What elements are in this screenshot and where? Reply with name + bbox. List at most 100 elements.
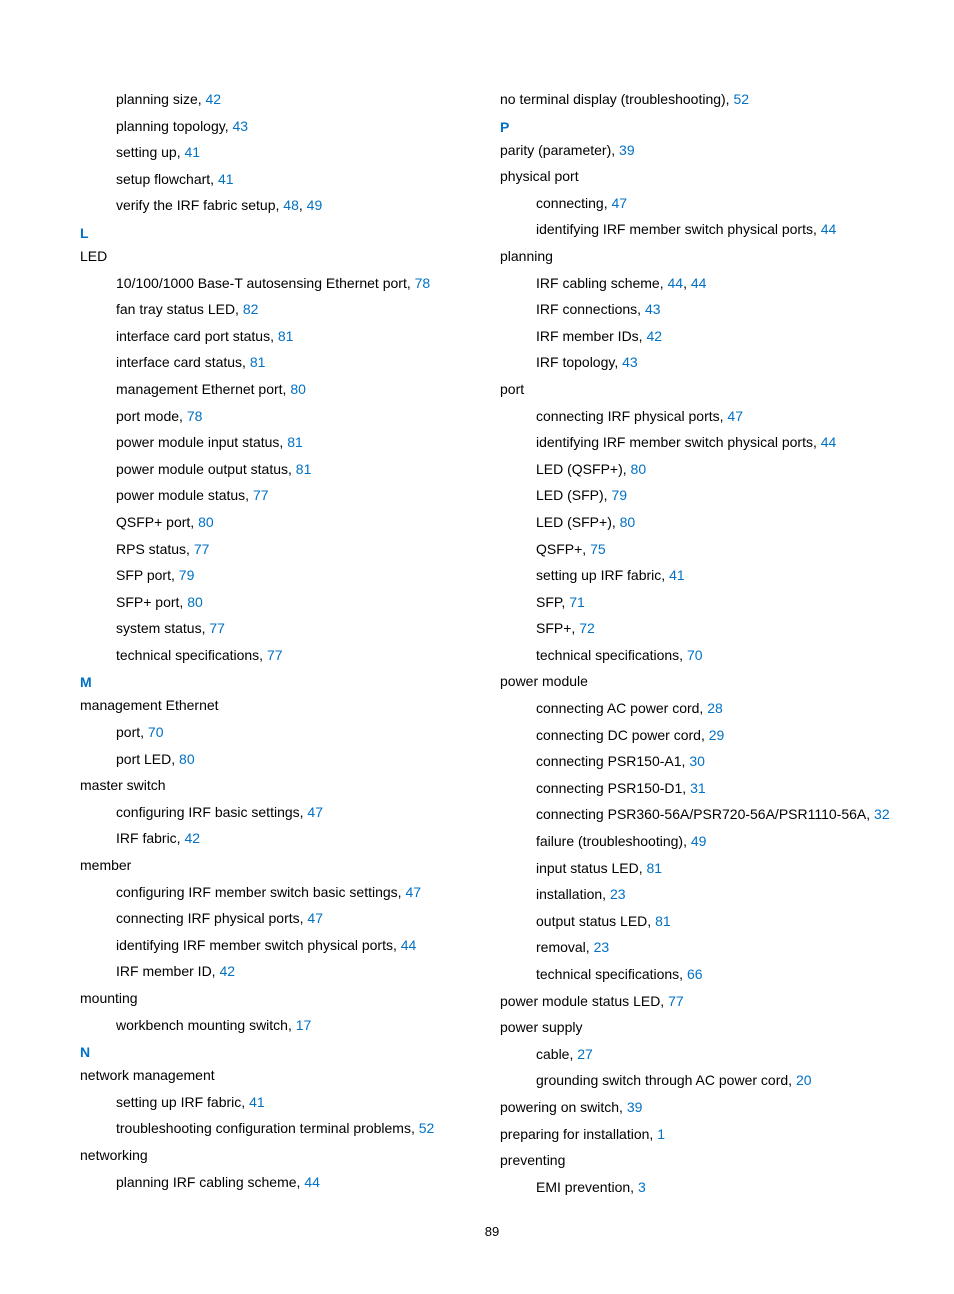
index-page-link[interactable]: 41 [218, 171, 234, 187]
index-page-link[interactable]: 77 [194, 541, 210, 557]
index-entry: connecting AC power cord, 28 [500, 695, 904, 722]
index-entry: power module input status, 81 [80, 429, 484, 456]
index-page-link[interactable]: 79 [611, 487, 627, 503]
index-entry: input status LED, 81 [500, 855, 904, 882]
index-page-link[interactable]: 42 [184, 830, 200, 846]
index-page-link[interactable]: 80 [187, 594, 203, 610]
index-page-link[interactable]: 30 [689, 753, 705, 769]
index-page-link[interactable]: 44 [304, 1174, 320, 1190]
index-page-link[interactable]: 48 [283, 197, 299, 213]
index-page-link[interactable]: 52 [419, 1120, 435, 1136]
index-page-link[interactable]: 49 [691, 833, 707, 849]
index-page-link[interactable]: 31 [690, 780, 706, 796]
index-page-link[interactable]: 81 [655, 913, 671, 929]
index-page-link[interactable]: 77 [668, 993, 684, 1009]
index-page-link[interactable]: 52 [733, 91, 749, 107]
index-page-link[interactable]: 79 [179, 567, 195, 583]
index-page-link[interactable]: 71 [569, 594, 585, 610]
index-entry-text: IRF member IDs, [536, 328, 646, 344]
index-page-link[interactable]: 47 [612, 195, 628, 211]
index-page-link[interactable]: 17 [296, 1017, 312, 1033]
index-page-link[interactable]: 47 [307, 804, 323, 820]
index-page-link[interactable]: 66 [687, 966, 703, 982]
index-page-link[interactable]: 27 [577, 1046, 593, 1062]
index-page-link[interactable]: 80 [631, 461, 647, 477]
index-page-link[interactable]: 81 [287, 434, 303, 450]
index-entry-text: power supply [500, 1019, 583, 1035]
index-page-link[interactable]: 77 [253, 487, 269, 503]
index-page-link[interactable]: 23 [594, 939, 610, 955]
page-separator: , [683, 275, 691, 291]
index-page-link[interactable]: 44 [821, 434, 837, 450]
index-page-link[interactable]: 44 [821, 221, 837, 237]
index-page-link[interactable]: 80 [179, 751, 195, 767]
index-page-link[interactable]: 82 [243, 301, 259, 317]
index-page-link[interactable]: 77 [267, 647, 283, 663]
index-page-link[interactable]: 42 [206, 91, 222, 107]
index-entry: preparing for installation, 1 [500, 1121, 904, 1148]
index-page-link[interactable]: 20 [796, 1072, 812, 1088]
index-page-link[interactable]: 49 [307, 197, 323, 213]
index-page-link[interactable]: 78 [187, 408, 203, 424]
index-page-link[interactable]: 3 [638, 1179, 646, 1195]
index-page-link[interactable]: 70 [148, 724, 164, 740]
index-page-link[interactable]: 44 [691, 275, 707, 291]
index-entry-text: port mode, [116, 408, 187, 424]
index-entry-text: SFP port, [116, 567, 179, 583]
index-page-link[interactable]: 47 [727, 408, 743, 424]
index-entry-text: power module output status, [116, 461, 296, 477]
index-entry-text: network management [80, 1067, 215, 1083]
index-page-link[interactable]: 80 [620, 514, 636, 530]
index-page-link[interactable]: 81 [278, 328, 294, 344]
index-entry: system status, 77 [80, 615, 484, 642]
index-letter: M [80, 668, 484, 692]
index-entry: RPS status, 77 [80, 536, 484, 563]
index-page-link[interactable]: 81 [296, 461, 312, 477]
index-page-link[interactable]: 70 [687, 647, 703, 663]
index-page-link[interactable]: 43 [622, 354, 638, 370]
index-entry-text: preventing [500, 1152, 565, 1168]
index-page-link[interactable]: 43 [233, 118, 249, 134]
index-page-link[interactable]: 41 [669, 567, 685, 583]
index-page-link[interactable]: 44 [401, 937, 417, 953]
index-page-link[interactable]: 81 [250, 354, 266, 370]
index-letter: N [80, 1038, 484, 1062]
index-entry-text: management Ethernet port, [116, 381, 290, 397]
index-page-link[interactable]: 39 [619, 142, 635, 158]
index-page-link[interactable]: 75 [590, 541, 606, 557]
index-entry-text: QSFP+ port, [116, 514, 198, 530]
index-entry: power supply [500, 1014, 904, 1041]
index-page-link[interactable]: 78 [415, 275, 431, 291]
index-page-link[interactable]: 29 [709, 727, 725, 743]
index-page-link[interactable]: 72 [579, 620, 595, 636]
index-entry: planning size, 42 [80, 86, 484, 113]
index-page-link[interactable]: 23 [610, 886, 626, 902]
index-page-link[interactable]: 41 [185, 144, 201, 160]
index-page-link[interactable]: 81 [647, 860, 663, 876]
index-entry-text: LED (QSFP+), [536, 461, 631, 477]
index-entry: interface card status, 81 [80, 349, 484, 376]
index-entry: planning [500, 243, 904, 270]
index-page-link[interactable]: 80 [290, 381, 306, 397]
index-entry: SFP, 71 [500, 589, 904, 616]
index-entry: powering on switch, 39 [500, 1094, 904, 1121]
index-page-link[interactable]: 41 [249, 1094, 265, 1110]
index-page-link[interactable]: 44 [668, 275, 684, 291]
index-entry: LED (QSFP+), 80 [500, 456, 904, 483]
index-page-link[interactable]: 43 [645, 301, 661, 317]
index-page-link[interactable]: 28 [707, 700, 723, 716]
index-page-link[interactable]: 39 [627, 1099, 643, 1115]
index-entry-text: power module status LED, [500, 993, 668, 1009]
index-page-link[interactable]: 42 [646, 328, 662, 344]
index-page-link[interactable]: 1 [657, 1126, 665, 1142]
index-page-link[interactable]: 47 [405, 884, 421, 900]
index-page-link[interactable]: 80 [198, 514, 214, 530]
index-page-link[interactable]: 42 [219, 963, 235, 979]
index-page-link[interactable]: 47 [307, 910, 323, 926]
index-entry-text: IRF topology, [536, 354, 622, 370]
index-page-link[interactable]: 77 [209, 620, 225, 636]
index-entry: LED [80, 243, 484, 270]
index-entry: LED (SFP), 79 [500, 482, 904, 509]
index-page-link[interactable]: 32 [874, 806, 890, 822]
index-entry-text: IRF connections, [536, 301, 645, 317]
